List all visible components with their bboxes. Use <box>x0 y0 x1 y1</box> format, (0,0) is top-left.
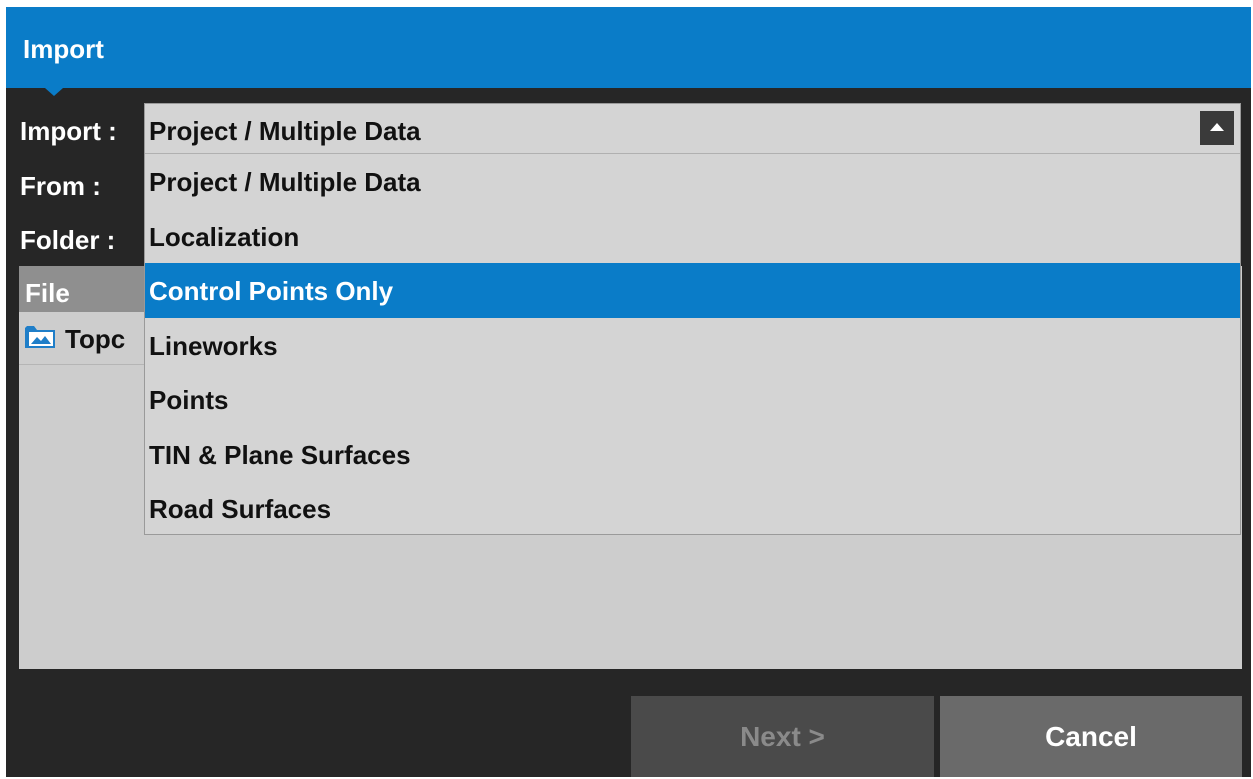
option-label: Project / Multiple Data <box>149 167 421 197</box>
folder-label: Folder : <box>20 225 116 255</box>
cancel-button[interactable]: Cancel <box>940 696 1242 777</box>
file-row[interactable]: Topc <box>19 312 144 365</box>
dropdown-toggle-button[interactable] <box>1200 111 1234 145</box>
import-label: Import : <box>20 116 117 146</box>
dropdown-option-points[interactable]: Points <box>145 372 1240 427</box>
file-column-header[interactable]: File <box>19 266 144 312</box>
option-label: TIN & Plane Surfaces <box>149 439 411 470</box>
next-button-label: Next > <box>740 721 825 752</box>
caret-up-icon <box>1210 123 1224 131</box>
option-label: Lineworks <box>149 330 278 361</box>
import-type-options: Project / Multiple Data Localization Con… <box>145 154 1240 536</box>
cancel-button-label: Cancel <box>1045 721 1137 752</box>
import-type-selected-value: Project / Multiple Data <box>149 116 421 146</box>
option-label: Control Points Only <box>149 276 394 306</box>
dropdown-option-tin-plane-surfaces[interactable]: TIN & Plane Surfaces <box>145 427 1240 482</box>
from-label: From : <box>20 171 101 201</box>
dropdown-option-project-multiple-data[interactable]: Project / Multiple Data <box>145 154 1240 209</box>
import-dialog: Import Import : From : Folder : File Top… <box>6 7 1251 777</box>
next-button[interactable]: Next > <box>631 696 934 777</box>
dialog-titlebar: Import <box>6 7 1251 88</box>
dropdown-option-lineworks[interactable]: Lineworks <box>145 318 1240 373</box>
import-type-selected[interactable]: Project / Multiple Data <box>145 104 1240 154</box>
file-column-header-label: File <box>25 278 70 308</box>
option-label: Points <box>149 385 229 415</box>
option-label: Localization <box>149 221 300 252</box>
dialog-title: Import <box>23 34 104 64</box>
title-notch <box>45 88 63 96</box>
file-name: Topc <box>65 324 126 354</box>
dropdown-option-localization[interactable]: Localization <box>145 209 1240 264</box>
dropdown-option-road-surfaces[interactable]: Road Surfaces <box>145 481 1240 536</box>
image-folder-icon <box>23 322 57 350</box>
import-type-dropdown[interactable]: Project / Multiple Data Project / Multip… <box>144 103 1241 535</box>
option-label: Road Surfaces <box>149 494 332 524</box>
dropdown-option-control-points-only[interactable]: Control Points Only <box>145 263 1240 318</box>
